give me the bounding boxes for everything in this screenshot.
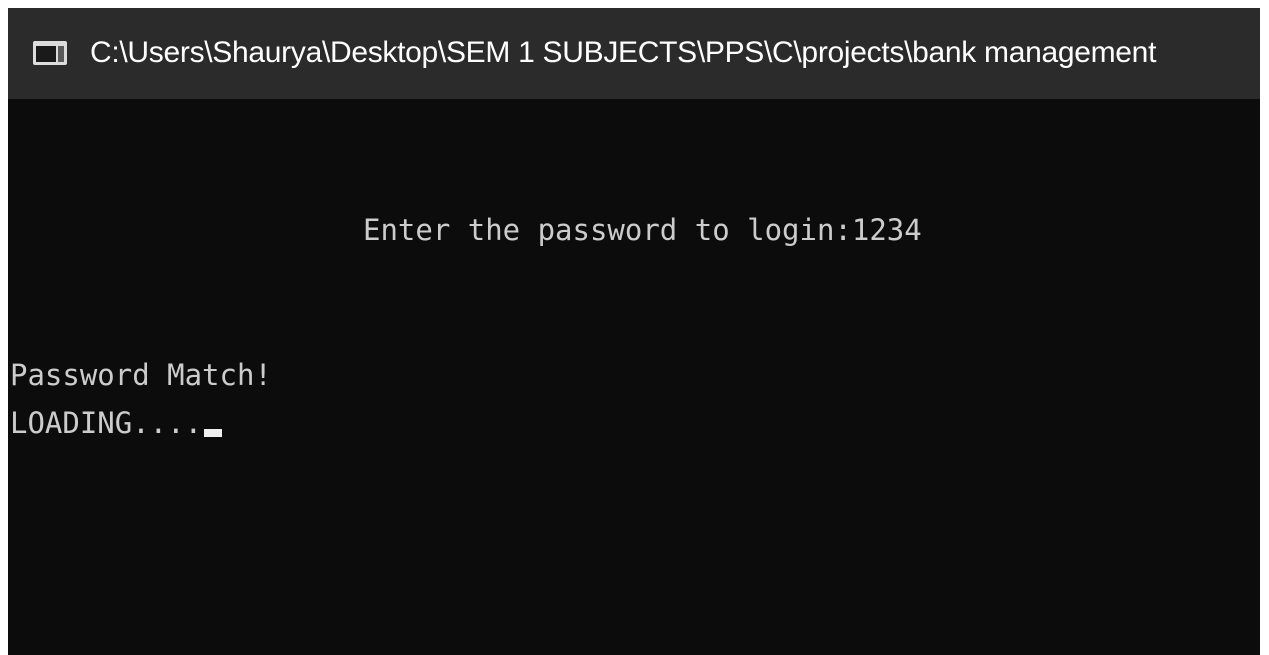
password-match-message: Password Match! [10,358,272,392]
loading-text: LOADING.... [10,406,203,440]
password-prompt-label: Enter the password to login: [363,213,852,247]
loading-line: LOADING.... [10,405,223,441]
text-cursor [204,429,223,437]
password-prompt-line: Enter the password to login:1234 [363,212,922,248]
password-input-value: 1234 [851,213,922,247]
window-title: C:\Users\Shaurya\Desktop\SEM 1 SUBJECTS\… [90,36,1157,69]
title-bar[interactable]: C:\Users\Shaurya\Desktop\SEM 1 SUBJECTS\… [8,8,1260,99]
console-output[interactable]: Enter the password to login:1234 Passwor… [8,99,1260,655]
console-window[interactable]: C:\Users\Shaurya\Desktop\SEM 1 SUBJECTS\… [8,8,1260,655]
console-window-icon[interactable] [33,41,67,65]
